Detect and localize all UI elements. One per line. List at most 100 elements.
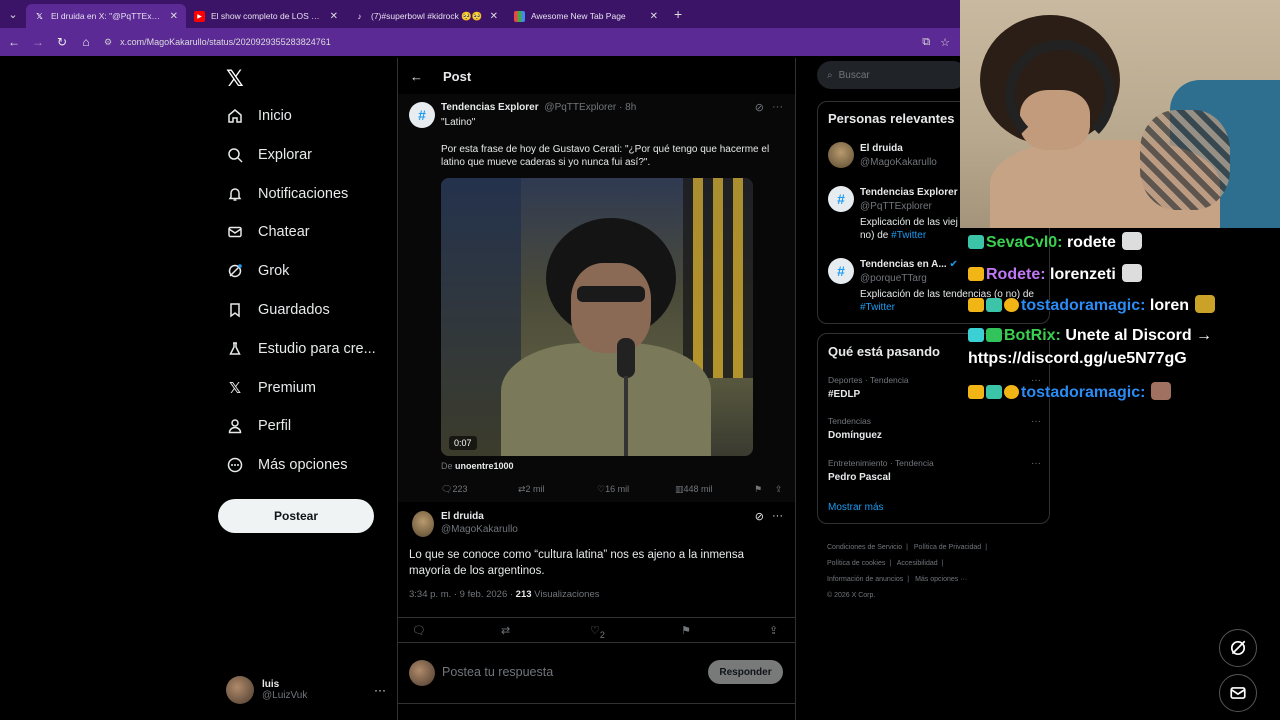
emote-icon [1121,232,1142,250]
avatar[interactable]: # [409,102,435,128]
share-icon[interactable]: ⇪ [769,624,778,637]
nav-item-inicio[interactable]: Inicio [226,101,292,131]
footer-link[interactable]: Condiciones de Servicio [827,544,902,551]
cast-icon[interactable]: ⧉ [922,36,930,49]
quoted-text-title: "Latino" [441,117,476,128]
more-icon[interactable]: ··· [1031,458,1041,469]
nav-item-perfil[interactable]: Perfil [226,411,291,441]
video-source-name[interactable]: unoentre1000 [455,461,514,471]
home-icon[interactable]: ⌂ [74,28,98,56]
chat-text: Unete al Discord → [1060,327,1213,344]
reply-button[interactable]: 🗨 223 [441,484,467,495]
tab-search-icon[interactable]: ⌄ [0,0,26,28]
reply-button[interactable]: Responder [708,660,783,684]
gift-badge-icon [1004,298,1019,312]
tab-youtube[interactable]: ▶ El show completo de LOS PALMERAS ✕ [186,4,346,28]
show-more-link[interactable]: Mostrar más [828,502,884,513]
search-icon: ⌕ [827,69,833,81]
more-circle-icon [226,456,244,474]
video-figure-body [501,343,711,456]
close-tab-icon[interactable]: ✕ [330,11,338,22]
more-icon[interactable]: ··· [772,510,783,523]
trend-item[interactable]: Tendencias Domínguez ··· [828,416,1041,441]
hashtag-link[interactable]: #Twitter [860,302,895,313]
video-player[interactable]: 0:07 [441,178,753,456]
close-tab-icon[interactable]: ✕ [170,11,178,22]
post-button[interactable]: Postear [218,499,374,533]
back-arrow-icon[interactable]: ← [410,69,423,84]
nav-label: Chatear [258,224,310,240]
tab-new-tab-page[interactable]: Awesome New Tab Page ✕ [506,4,666,28]
bookmark-icon[interactable]: ⚑ [754,484,762,495]
nav-item-notificaciones[interactable]: Notificaciones [226,179,348,209]
close-tab-icon[interactable]: ✕ [650,11,658,22]
footer-link[interactable]: Política de Privacidad [914,544,981,551]
grok-icon[interactable]: ⊘ [755,510,764,523]
new-tab-button[interactable]: + [674,6,682,22]
reply-icon[interactable]: 🗨 [412,624,426,637]
sidebar-footer: Condiciones de Servicio | Política de Pri… [827,540,1027,604]
footer-link[interactable]: Información de anuncios [827,576,903,583]
nav-item-estudio[interactable]: Estudio para cre... [226,334,376,364]
author-handle[interactable]: @MagoKakarullo [441,524,518,535]
messages-icon[interactable] [1219,674,1257,712]
nav-item-explorar[interactable]: Explorar [226,140,312,170]
grok-icon[interactable]: ⊘ [755,101,764,114]
hashtag-link[interactable]: #Twitter [891,230,926,241]
tab-x-post[interactable]: 𝕏 El druida en X: "@PqTTExplorer ✕ [26,4,186,28]
nav-item-guardados[interactable]: Guardados [226,295,330,325]
bookmark-icon[interactable]: ⚑ [681,624,691,637]
nav-label: Grok [258,263,290,279]
tab-tiktok[interactable]: ♪ (7)#superbowl #kidrock 🥺🥺 ✕ [346,4,506,28]
back-arrow-icon[interactable]: ← [2,28,26,56]
url-field[interactable]: ⚙ x.com/MagoKakarullo/status/20209293552… [104,32,922,52]
footer-link[interactable]: Más opciones ··· [915,576,967,583]
close-tab-icon[interactable]: ✕ [490,11,498,22]
quoted-post[interactable]: # Tendencias Explorer @PqTTExplorer · 8h… [398,94,795,502]
like-button[interactable]: ♡ 16 mil [597,484,629,495]
chat-text: https://discord.gg/ue5N77gG [968,350,1187,367]
reply-input[interactable]: Postea tu respuesta [442,665,553,679]
star-icon[interactable]: ☆ [940,36,950,49]
footer-link[interactable]: Accesibilidad [897,560,938,567]
views-button[interactable]: ▥ 448 mil [675,484,713,495]
chat-message: https://discord.gg/ue5N77gG [968,350,1187,368]
nav-item-grok[interactable]: Grok [226,256,289,286]
trend-item[interactable]: Entretenimiento · Tendencia Pedro Pascal… [828,458,1041,483]
quoted-text-body: Por esta frase de hoy de Gustavo Cerati:… [441,144,770,168]
reload-icon[interactable]: ↻ [50,28,74,56]
video-microphone [617,338,635,378]
avatar[interactable] [412,511,434,537]
chat-message: SevaCvl0: rodete [968,232,1142,252]
search-icon [226,146,244,164]
quoted-author[interactable]: Tendencias Explorer @PqTTExplorer · 8h [441,102,636,113]
author-name[interactable]: El druida [441,511,484,522]
tweet-actions: 🗨 ⇄ ♡ 2 ⚑ ⇪ [398,617,795,643]
search-input[interactable]: ⌕ Buscar [817,61,967,89]
tweet-time[interactable]: 3:34 p. m. · 9 feb. 2026 · [409,589,516,600]
repost-icon[interactable]: ⇄ [501,624,510,637]
nav-item-chatear[interactable]: Chatear [226,217,310,247]
forward-arrow-icon[interactable]: → [26,28,50,56]
x-logo-icon[interactable]: 𝕏 [226,66,244,92]
emote-icon [1121,264,1142,282]
nav-label: Guardados [258,302,330,318]
footer-link[interactable]: Política de cookies [827,560,885,567]
more-icon[interactable]: ··· [1031,416,1041,427]
flask-icon [226,340,244,358]
headset-icon [1005,40,1115,150]
nav-item-premium[interactable]: 𝕏 Premium [226,373,316,403]
nav-item-mas-opciones[interactable]: Más opciones [226,450,347,480]
repost-button[interactable]: ⇄ 2 mil [518,484,545,495]
bio-text-2: no) de [860,230,892,241]
like-button[interactable]: ♡ 2 [590,624,605,640]
avatar: # [828,186,854,212]
person-handle: @PqTTExplorer [860,201,932,212]
sword-badge-icon [968,328,984,342]
share-icon[interactable]: ⇪ [775,484,783,495]
grok-icon[interactable] [1219,629,1257,667]
more-icon[interactable]: ··· [772,101,783,114]
account-switcher[interactable]: luis @LuizVuk ··· [226,674,386,706]
tweet-meta: 3:34 p. m. · 9 feb. 2026 · 213 Visualiza… [409,589,599,600]
site-info-icon[interactable]: ⚙ [104,37,112,48]
